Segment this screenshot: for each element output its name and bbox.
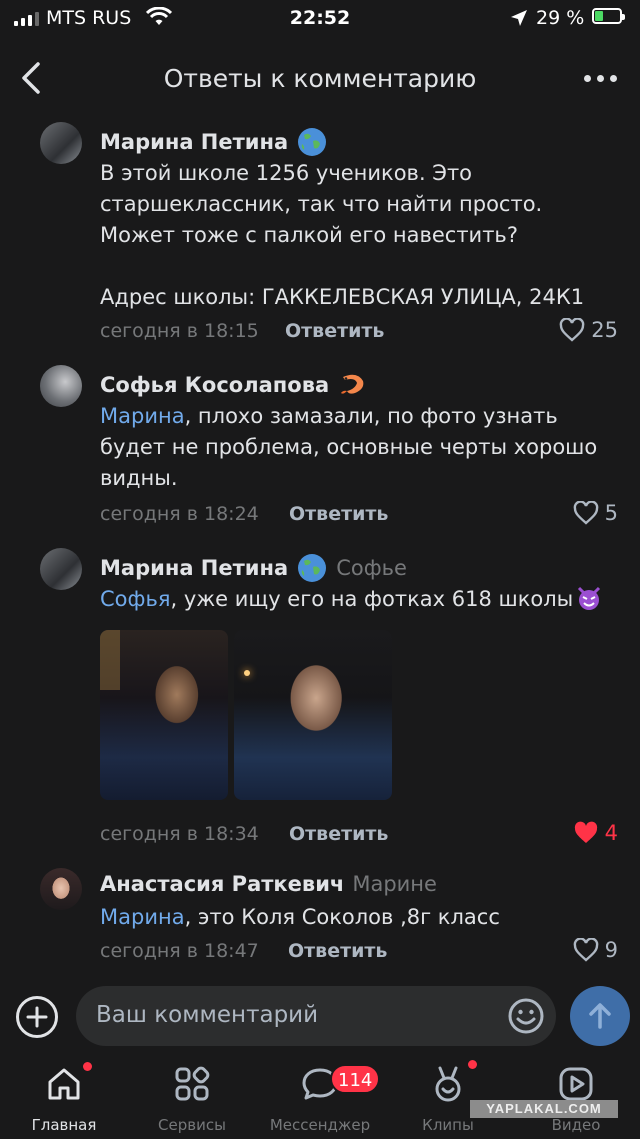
heart-outline-icon xyxy=(559,318,585,342)
comment-time: сегодня в 18:47 xyxy=(100,940,259,962)
comment-text: , уже ищу его на фотках 618 школы xyxy=(170,587,574,611)
comment-author[interactable]: Софья Косолапова xyxy=(100,373,329,397)
tab-label: Мессенджер xyxy=(269,1116,371,1134)
tab-label: Главная xyxy=(31,1116,97,1134)
tab-label: Видео xyxy=(551,1116,601,1134)
comment-time: сегодня в 18:15 xyxy=(100,320,259,342)
mention-link[interactable]: Марина xyxy=(100,905,185,929)
avatar[interactable] xyxy=(40,365,82,407)
tab-bar: Главная Сервисы Мессенджер 114 Клипы Вид… xyxy=(0,1056,640,1139)
comment-item: Марина Петина Софье Софья, уже ищу его н… xyxy=(0,546,640,856)
comment-input-placeholder: Ваш комментарий xyxy=(96,1002,319,1028)
comment-input[interactable]: Ваш комментарий xyxy=(76,986,556,1046)
avatar[interactable] xyxy=(40,122,82,164)
nav-bar: Ответы к комментарию xyxy=(0,44,640,114)
globe-emoji-icon xyxy=(298,128,327,156)
comment-item: Анастасия Раткевич Марине Марина, это Ко… xyxy=(0,866,640,976)
comment-item: Марина Петина В этой школе 1256 учеников… xyxy=(0,118,640,348)
reply-to-label[interactable]: Марине xyxy=(352,872,437,896)
location-arrow-icon xyxy=(511,10,527,26)
reply-button[interactable]: Ответить xyxy=(288,940,387,962)
home-icon xyxy=(48,1068,80,1100)
emoji-picker-icon[interactable] xyxy=(506,996,546,1036)
tab-label: Сервисы xyxy=(158,1116,226,1134)
like-count: 5 xyxy=(604,501,618,525)
reply-button[interactable]: Ответить xyxy=(289,823,388,845)
attached-photo[interactable] xyxy=(234,630,392,800)
add-attachment-button[interactable] xyxy=(16,996,58,1038)
battery-icon xyxy=(592,8,625,24)
comment-text: В этой школе 1256 учеников. Это старшекл… xyxy=(100,161,585,309)
like-count: 4 xyxy=(604,821,618,845)
notification-dot xyxy=(468,1060,477,1069)
tab-video[interactable]: Видео xyxy=(512,1056,640,1139)
like-button[interactable]: 9 xyxy=(573,938,618,962)
like-button[interactable]: 25 xyxy=(559,318,618,342)
battery-percent: 29 % xyxy=(536,7,585,29)
like-button[interactable]: 4 xyxy=(573,821,618,845)
watermark: YAPLAKAL.COM xyxy=(470,1100,618,1118)
comment-time: сегодня в 18:24 xyxy=(100,503,259,525)
heart-outline-icon xyxy=(573,501,598,525)
shrimp-emoji-icon xyxy=(341,374,364,394)
clips-icon xyxy=(435,1066,461,1102)
send-button[interactable] xyxy=(570,986,630,1046)
avatar[interactable] xyxy=(40,548,82,590)
mention-link[interactable]: Софья xyxy=(100,587,170,611)
avatar[interactable] xyxy=(40,868,82,910)
photo-light-spot xyxy=(244,670,250,676)
comment-composer: Ваш комментарий xyxy=(0,976,640,1056)
notification-dot xyxy=(83,1062,92,1071)
attached-photo[interactable] xyxy=(100,630,228,800)
tab-clips[interactable]: Клипы xyxy=(384,1056,512,1139)
devil-emoji-icon xyxy=(578,586,601,610)
photo-highlight xyxy=(100,630,120,690)
tab-home[interactable]: Главная xyxy=(0,1056,128,1139)
heart-filled-icon xyxy=(574,821,597,843)
services-icon xyxy=(175,1066,210,1101)
mention-link[interactable]: Марина xyxy=(100,404,185,428)
comment-text: , это Коля Соколов ,8г класс xyxy=(184,905,500,929)
comment-author[interactable]: Анастасия Раткевич xyxy=(100,872,344,896)
more-icon[interactable] xyxy=(580,68,620,88)
comment-author[interactable]: Марина Петина xyxy=(100,130,288,154)
like-button[interactable]: 5 xyxy=(573,501,618,525)
plus-icon xyxy=(26,1006,48,1028)
video-icon xyxy=(559,1067,593,1101)
send-arrow-icon xyxy=(589,1003,611,1029)
tab-services[interactable]: Сервисы xyxy=(128,1056,256,1139)
globe-emoji-icon xyxy=(298,554,327,582)
reply-button[interactable]: Ответить xyxy=(289,503,388,525)
unread-badge: 114 xyxy=(330,1064,381,1094)
like-count: 9 xyxy=(604,938,618,962)
tab-label: Клипы xyxy=(422,1116,474,1134)
reply-button[interactable]: Ответить xyxy=(285,320,384,342)
reply-to-label[interactable]: Софье xyxy=(336,556,407,580)
status-bar: MTS RUS 22:52 29 % xyxy=(0,0,640,36)
comment-time: сегодня в 18:34 xyxy=(100,823,259,845)
comment-item: Софья Косолапова Марина, плохо замазали,… xyxy=(0,363,640,533)
comment-author[interactable]: Марина Петина xyxy=(100,556,288,580)
page-title: Ответы к комментарию xyxy=(163,64,477,93)
heart-outline-icon xyxy=(573,938,598,962)
like-count: 25 xyxy=(591,318,618,342)
